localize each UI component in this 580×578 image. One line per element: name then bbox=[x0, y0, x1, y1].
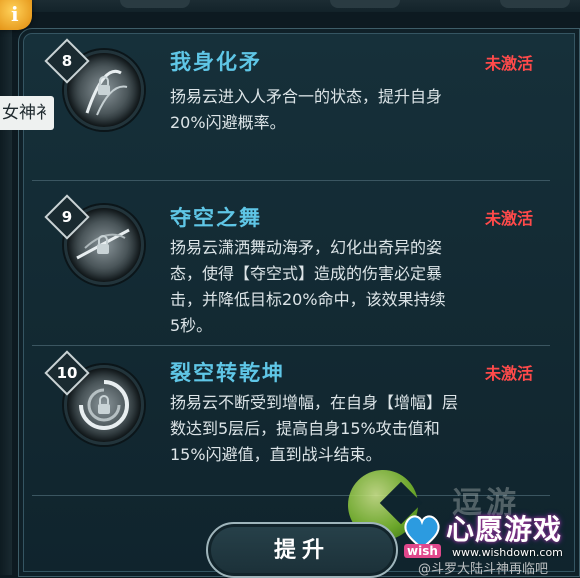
skill-description: 扬易云不断受到增幅，在自身【增幅】层 数达到5层后，提高自身15%攻击值和 15… bbox=[170, 390, 550, 468]
skill-name: 夺空之舞 bbox=[170, 206, 262, 230]
skill-status: 未激活 bbox=[485, 209, 534, 228]
description-line: 数达到5层后，提高自身15%攻击值和 bbox=[170, 419, 440, 438]
watermark-brand: 心愿游戏 bbox=[446, 513, 563, 546]
divider bbox=[32, 180, 550, 181]
description-line: 态，使得【夺空式】造成的伤害必定暴 bbox=[170, 264, 443, 283]
level-number: 10 bbox=[56, 364, 78, 382]
upgrade-button[interactable]: 提升 bbox=[206, 522, 398, 578]
skill-entry-3: 10 裂空转乾坤 未激活 扬易云不断受到增幅，在自身【增幅】层 数达到5层后，提… bbox=[0, 0, 580, 464]
skill-name: 裂空转乾坤 bbox=[170, 361, 285, 385]
watermark-source: @斗罗大陆斗神再临吧 bbox=[418, 562, 549, 577]
description-line: 扬易云潇洒舞动海矛，幻化出奇异的姿 bbox=[170, 238, 443, 257]
skill-description: 扬易云潇洒舞动海矛，幻化出奇异的姿 态，使得【夺空式】造成的伤害必定暴 击，并降… bbox=[170, 235, 550, 339]
watermark-wish: wish bbox=[404, 544, 441, 558]
description-line: 15%闪避值，直到战斗结束。 bbox=[170, 445, 382, 464]
description-line: 扬易云不断受到增幅，在自身【增幅】层 bbox=[170, 393, 459, 412]
skill-status: 未激活 bbox=[485, 364, 534, 383]
description-line: 5秒。 bbox=[170, 316, 213, 335]
level-number: 9 bbox=[61, 208, 73, 226]
description-line: 击，并降低目标20%命中，该效果持续 bbox=[170, 290, 446, 309]
divider bbox=[32, 345, 550, 346]
